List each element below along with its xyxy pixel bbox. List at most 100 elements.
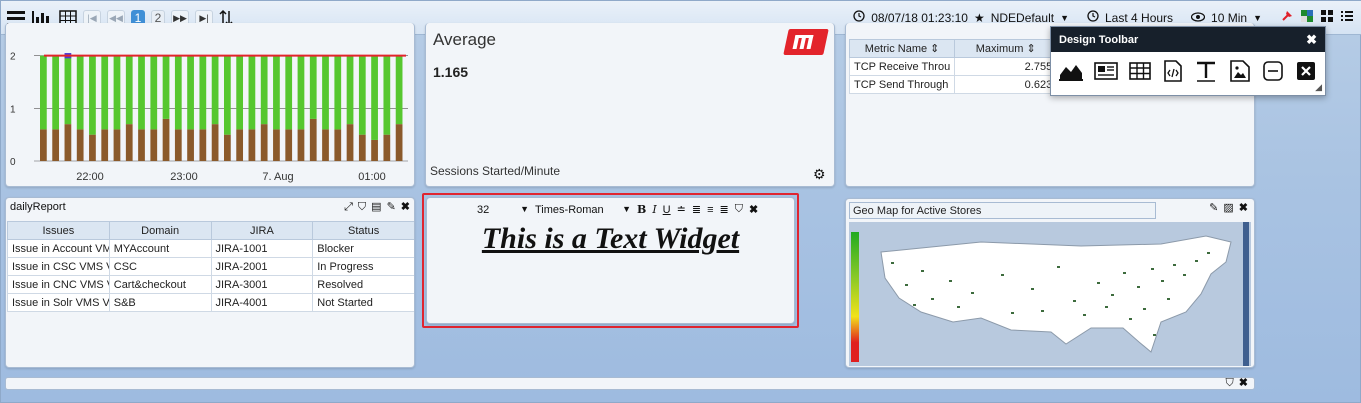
bar-segment[interactable]	[309, 118, 317, 161]
bar-segment[interactable]	[346, 124, 354, 161]
column-header-metric-name[interactable]: Metric Name ⇕	[848, 39, 956, 58]
bar-segment[interactable]	[285, 129, 293, 161]
bar-segment[interactable]	[76, 129, 84, 161]
italic-button[interactable]: I	[652, 203, 656, 216]
shield-icon[interactable]: ⛉	[358, 201, 366, 213]
align-left-icon[interactable]: ≡	[707, 204, 713, 216]
document-icon[interactable]: ▤	[371, 201, 381, 213]
map-scrollbar[interactable]	[1243, 222, 1249, 366]
table-row[interactable]: Issue in Account VM MYAccount JIRA-1001 …	[7, 239, 414, 258]
html-widget-icon[interactable]	[1162, 58, 1184, 84]
image-widget-icon[interactable]	[1229, 58, 1251, 84]
bar-segment[interactable]	[101, 55, 109, 130]
strikethrough-icon[interactable]: ≐	[677, 203, 686, 216]
bar-segment[interactable]	[52, 129, 60, 161]
bar-segment[interactable]	[150, 55, 158, 130]
table-row[interactable]: Issue in Solr VMS V S&B JIRA-4001 Not St…	[7, 293, 414, 312]
map-area[interactable]	[849, 222, 1251, 366]
bar-segment[interactable]	[89, 55, 96, 135]
bar-segment[interactable]	[211, 55, 219, 125]
bar-segment[interactable]	[40, 129, 47, 161]
bar-segment[interactable]	[174, 55, 182, 130]
bar-segment[interactable]	[322, 129, 329, 161]
table-row[interactable]: Issue in CNC VMS V Cart&checkout JIRA-30…	[7, 275, 414, 294]
layout-icon[interactable]	[1300, 9, 1314, 26]
close-icon[interactable]: ✖	[749, 203, 758, 216]
font-size-select[interactable]: 32 ▼	[477, 204, 529, 216]
bar-segment[interactable]	[346, 55, 354, 125]
column-header-issues[interactable]: Issues	[7, 221, 110, 240]
bar-segment[interactable]	[64, 55, 72, 125]
bar-segment[interactable]	[40, 55, 47, 130]
underline-button[interactable]: U	[663, 204, 671, 216]
bar-segment[interactable]	[309, 55, 317, 119]
bar-segment[interactable]	[334, 55, 342, 130]
shield-icon[interactable]: ⛉	[1226, 378, 1234, 389]
table-widget-icon[interactable]	[1129, 58, 1151, 84]
bar-segment[interactable]	[248, 55, 256, 130]
bar-segment[interactable]	[395, 55, 403, 125]
chevron-down-icon[interactable]: ▼	[1060, 13, 1069, 23]
divider-widget-icon[interactable]	[1262, 58, 1284, 84]
bar-segment[interactable]	[383, 55, 391, 135]
bar-segment[interactable]	[101, 129, 109, 161]
bar-segment[interactable]	[64, 124, 72, 161]
edit-icon[interactable]: ✎	[1209, 203, 1218, 214]
bar-segment[interactable]	[89, 134, 96, 161]
bar-segment[interactable]	[125, 124, 133, 161]
bar-segment[interactable]	[211, 124, 219, 161]
bar-segment[interactable]	[236, 55, 244, 130]
align-right-icon[interactable]: ≣	[719, 203, 728, 216]
bar-segment[interactable]	[358, 134, 366, 161]
bar-segment[interactable]	[260, 55, 268, 125]
bar-segment[interactable]	[138, 129, 145, 161]
bar-segment[interactable]	[371, 55, 378, 140]
text-widget-icon[interactable]	[1195, 58, 1217, 84]
grid-view-icon[interactable]	[1320, 9, 1334, 26]
close-icon[interactable]: ✖	[1306, 32, 1317, 48]
edit-icon[interactable]: ✎	[387, 201, 396, 213]
bar-segment[interactable]	[297, 129, 305, 161]
bar-segment[interactable]	[76, 55, 84, 130]
bar-segment[interactable]	[187, 55, 194, 130]
bar-segment[interactable]	[334, 129, 342, 161]
column-header-jira[interactable]: JIRA	[210, 221, 314, 240]
bar-segment[interactable]	[138, 55, 145, 130]
column-header-domain[interactable]: Domain	[108, 221, 212, 240]
bar-segment[interactable]	[224, 134, 231, 161]
bar-segment[interactable]	[125, 55, 133, 125]
bar-segment[interactable]	[236, 129, 244, 161]
pin-icon[interactable]	[1280, 9, 1294, 26]
bar-segment[interactable]	[297, 55, 305, 130]
text-widget-content[interactable]: This is a Text Widget	[427, 222, 794, 256]
table-row[interactable]: TCP Send Through 0.623	[848, 75, 1058, 94]
bar-segment[interactable]	[52, 55, 60, 130]
bar-segment[interactable]	[113, 55, 121, 130]
bar-segment[interactable]	[285, 55, 293, 130]
resize-handle-icon[interactable]: ◢	[1315, 82, 1322, 93]
close-icon[interactable]: ✖	[1239, 203, 1248, 214]
bar-segment[interactable]	[199, 129, 207, 161]
bar-segment[interactable]	[273, 55, 280, 130]
table-row[interactable]: TCP Receive Throu 2.755	[848, 57, 1058, 76]
bar-segment[interactable]	[248, 129, 256, 161]
bar-segment[interactable]	[162, 118, 170, 161]
text-widget-selection[interactable]: 32 ▼ Times-Roman ▼ B I U ≐ ≣ ≡ ≣ ⛉ ✖ This …	[422, 193, 799, 328]
bar-segment[interactable]	[371, 139, 378, 161]
image-icon[interactable]: ▨	[1223, 203, 1233, 214]
bar-segment[interactable]	[199, 55, 207, 130]
bar-segment[interactable]	[358, 55, 366, 135]
close-icon[interactable]: ✖	[401, 201, 410, 213]
column-header-status[interactable]: Status	[312, 221, 414, 240]
bar-segment[interactable]	[113, 129, 121, 161]
list-view-icon[interactable]	[1340, 9, 1354, 26]
bar-segment[interactable]	[395, 124, 403, 161]
expand-icon[interactable]: ⤢	[344, 201, 353, 213]
bold-button[interactable]: B	[637, 203, 646, 216]
remove-widget-icon[interactable]	[1295, 58, 1317, 84]
news-widget-icon[interactable]	[1094, 58, 1118, 84]
chevron-down-icon[interactable]: ▼	[1253, 13, 1262, 23]
column-header-maximum[interactable]: Maximum ⇕	[954, 39, 1058, 58]
font-family-select[interactable]: Times-Roman ▼	[535, 204, 631, 216]
bar-segment[interactable]	[260, 124, 268, 161]
